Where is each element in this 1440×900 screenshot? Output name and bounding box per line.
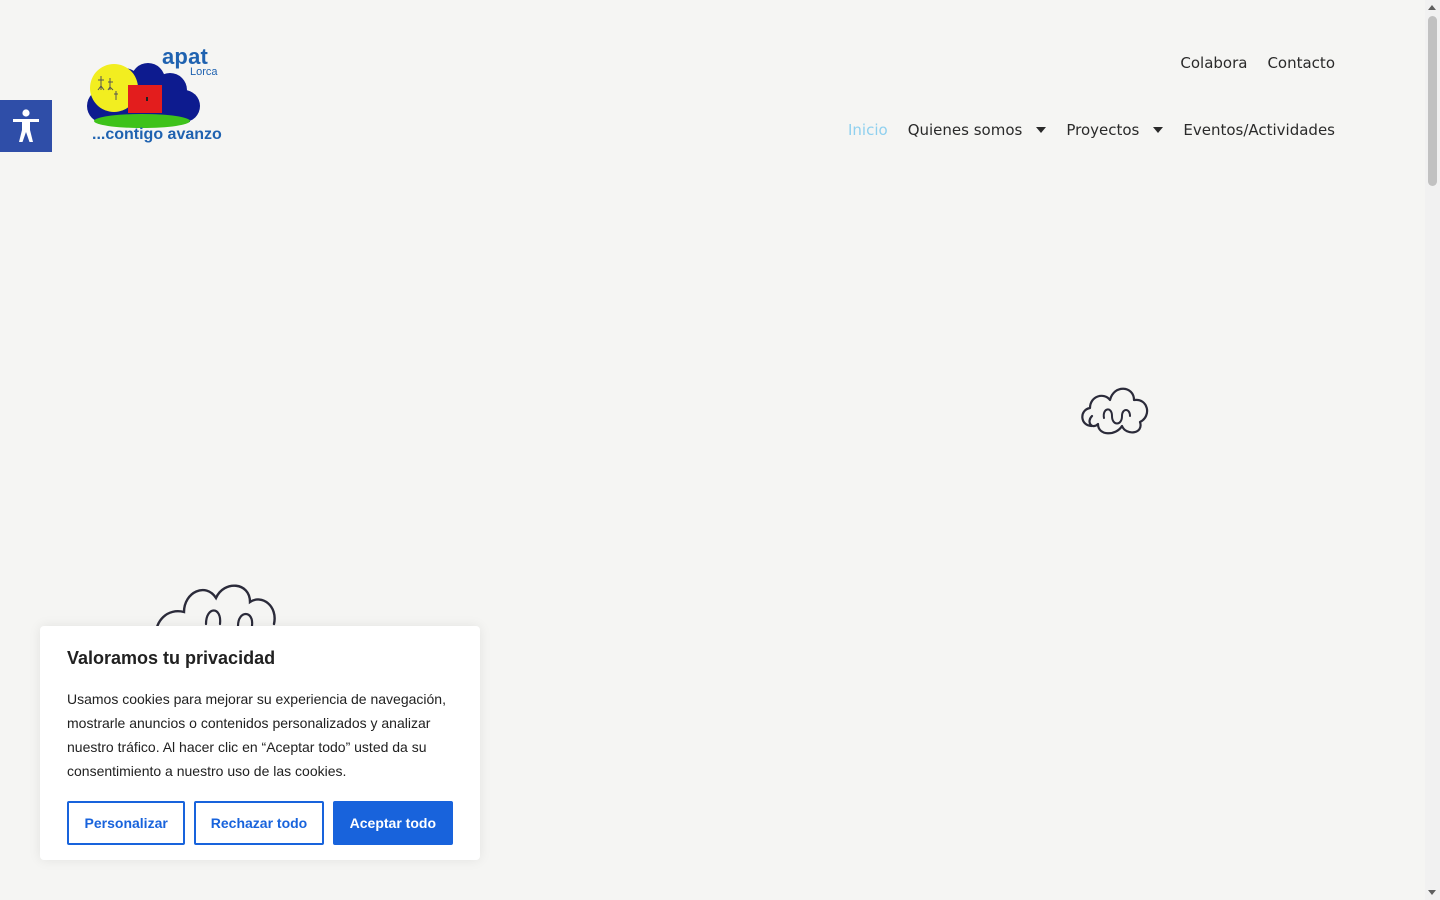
main-navigation: Inicio Quienes somos Proyectos Eventos/A… — [848, 121, 1335, 139]
top-navigation: Colabora Contacto — [1180, 54, 1335, 72]
cookie-title: Valoramos tu privacidad — [67, 648, 276, 668]
nav-item-proyectos[interactable]: Proyectos — [1066, 121, 1164, 139]
cloud-doodle-icon — [1081, 387, 1149, 435]
reject-all-button[interactable]: Rechazar todo — [194, 801, 324, 845]
cookie-consent-banner: Valoramos tu privacidad Usamos cookies p… — [40, 626, 480, 860]
logo-tagline: ...contigo avanzo — [92, 126, 222, 143]
accept-all-button[interactable]: Aceptar todo — [332, 801, 453, 845]
scrollbar-thumb[interactable] — [1428, 16, 1437, 186]
chevron-down-icon[interactable] — [1153, 127, 1164, 133]
site-logo[interactable]: apat Lorca ...contigo avanzo — [84, 44, 234, 148]
cookie-description: Usamos cookies para mejorar su experienc… — [67, 691, 446, 779]
customize-button[interactable]: Personalizar — [67, 801, 186, 845]
page-scrollbar[interactable] — [1425, 0, 1440, 900]
nav-item-quienes-somos[interactable]: Quienes somos — [908, 121, 1047, 139]
accessibility-icon — [13, 109, 39, 142]
nav-link-eventos[interactable]: Eventos/Actividades — [1183, 121, 1335, 139]
nav-link-quienes-somos[interactable]: Quienes somos — [908, 121, 1023, 139]
logo-location: Lorca — [190, 66, 218, 78]
nav-link-proyectos[interactable]: Proyectos — [1066, 121, 1139, 139]
nav-link-inicio[interactable]: Inicio — [848, 121, 888, 139]
nav-link-contacto[interactable]: Contacto — [1267, 54, 1335, 72]
chevron-down-icon[interactable] — [1036, 127, 1047, 133]
accessibility-button[interactable] — [0, 100, 52, 152]
scroll-down-arrow-icon[interactable] — [1428, 890, 1436, 895]
scroll-up-arrow-icon[interactable] — [1428, 5, 1436, 10]
cookie-actions: Personalizar Rechazar todo Aceptar todo — [67, 801, 453, 845]
nav-link-colabora[interactable]: Colabora — [1180, 54, 1247, 72]
